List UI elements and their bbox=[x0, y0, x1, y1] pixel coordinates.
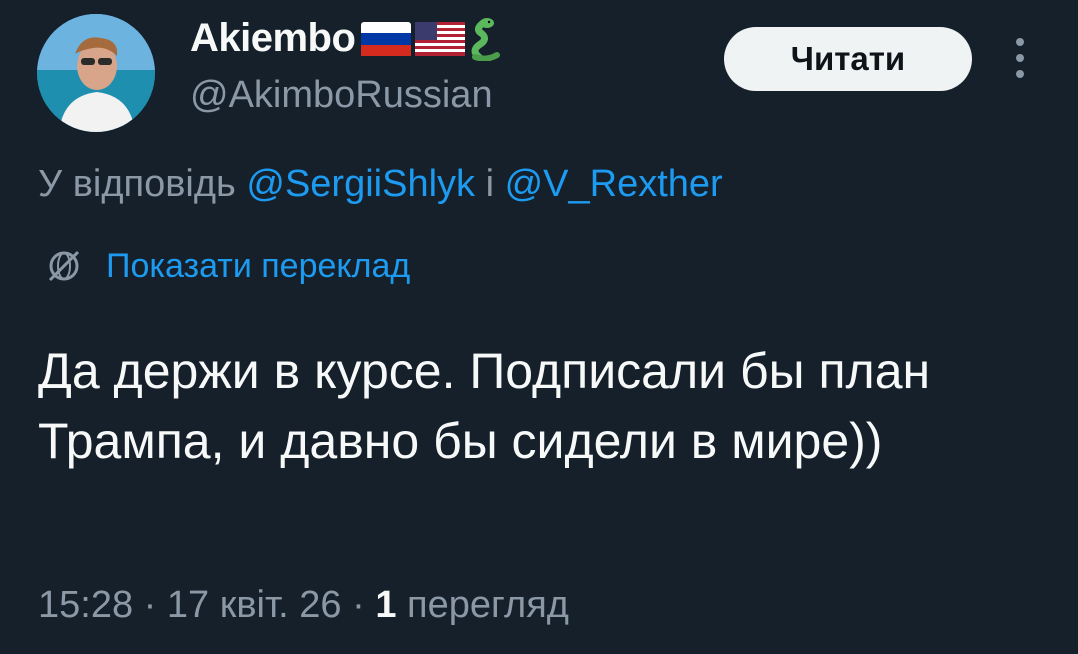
tweet-time[interactable]: 15:28 bbox=[38, 584, 133, 626]
globe-icon bbox=[48, 250, 80, 282]
reply-joiner: і bbox=[475, 163, 505, 205]
usa-flag-icon bbox=[415, 21, 466, 56]
author-handle[interactable]: @AkimboRussian bbox=[190, 74, 493, 117]
author-display-name[interactable]: Akiembo bbox=[190, 16, 356, 61]
show-translation-label[interactable]: Показати переклад bbox=[106, 247, 410, 286]
more-options-icon[interactable] bbox=[1008, 34, 1032, 82]
mention-link-v-rexther[interactable]: @V_Rexther bbox=[505, 163, 723, 205]
avatar[interactable] bbox=[37, 14, 155, 132]
tweet-date[interactable]: 17 квіт. 26 bbox=[167, 584, 342, 626]
tweet-meta: 15:28 · 17 квіт. 26 · 1 перегляд bbox=[38, 584, 569, 627]
views-label: перегляд bbox=[407, 584, 569, 626]
tweet-card: Akiembo @AkimboRussian Читати У відповід… bbox=[0, 0, 1078, 654]
snake-icon bbox=[471, 17, 501, 61]
tweet-text: Да держи в курсе. Подписали бы план Трам… bbox=[38, 343, 931, 469]
views-count: 1 bbox=[375, 584, 397, 626]
reply-prefix: У відповідь bbox=[38, 163, 247, 205]
meta-separator: · bbox=[341, 584, 376, 626]
meta-separator: · bbox=[133, 584, 167, 626]
author-badges bbox=[361, 17, 503, 61]
show-translation-link[interactable]: Показати переклад bbox=[44, 246, 410, 286]
russia-flag-icon bbox=[361, 21, 412, 56]
reply-context: У відповідь @SergiiShlyk і @V_Rexther bbox=[38, 163, 723, 206]
mention-link-sergiishlyk[interactable]: @SergiiShlyk bbox=[246, 163, 475, 205]
author-name-row[interactable]: Akiembo bbox=[190, 16, 503, 61]
follow-button[interactable]: Читати bbox=[724, 27, 972, 91]
